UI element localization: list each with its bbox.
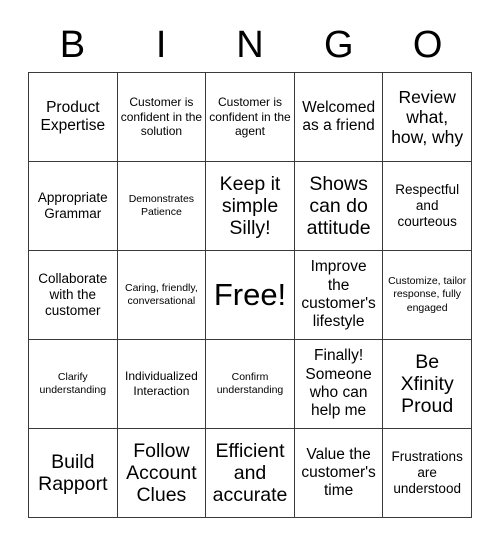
bingo-cell[interactable]: Demonstrates Patience xyxy=(117,162,207,251)
bingo-cell[interactable]: Shows can do attitude xyxy=(294,162,384,251)
bingo-free-space-cell[interactable]: Free! xyxy=(206,251,295,340)
bingo-cell-label: Finally! Someone who can help me xyxy=(305,347,372,420)
bingo-cell-label: Keep it simple Silly! xyxy=(219,172,281,240)
bingo-cell-label: Review what, how, why xyxy=(391,86,464,148)
bingo-cell[interactable]: Finally! Someone who can help me xyxy=(294,340,384,429)
bingo-header-letter-n: N xyxy=(236,24,264,66)
bingo-cell[interactable]: Clarify understanding xyxy=(29,340,118,429)
bingo-cell-label: Customer is confident in the agent xyxy=(209,95,291,139)
bingo-cell-label: Follow Account Clues xyxy=(126,439,197,507)
bingo-cell[interactable]: Efficient and accurate xyxy=(206,429,295,518)
bingo-cell[interactable]: Customer is confident in the agent xyxy=(206,73,295,162)
bingo-cell[interactable]: Frustrations are understood xyxy=(383,429,472,518)
bingo-cell-label: Collaborate with the customer xyxy=(38,270,108,319)
bingo-cell[interactable]: Build Rapport xyxy=(29,429,118,518)
bingo-header-letter-b: B xyxy=(59,24,86,66)
bingo-cell-label: Build Rapport xyxy=(38,450,108,495)
bingo-cell-label: Caring, friendly, conversational xyxy=(125,281,198,307)
bingo-cell-label: Customize, tailor response, fully engage… xyxy=(388,275,467,314)
bingo-header-letter-i: I xyxy=(155,24,167,66)
bingo-cell[interactable]: Keep it simple Silly! xyxy=(206,162,295,251)
bingo-cell[interactable]: Caring, friendly, conversational xyxy=(117,251,207,340)
bingo-cell-label: Individualized Interaction xyxy=(125,369,198,398)
bingo-cell-label: Frustrations are understood xyxy=(391,448,463,497)
bingo-cell[interactable]: Follow Account Clues xyxy=(117,429,207,518)
bingo-cell-label: Clarify understanding xyxy=(39,370,107,396)
bingo-cell[interactable]: Appropriate Grammar xyxy=(29,162,118,251)
bingo-cell[interactable]: Be Xfinity Proud xyxy=(383,340,472,429)
bingo-cell-label: Appropriate Grammar xyxy=(37,189,108,221)
bingo-header-row: B I N G O xyxy=(28,18,472,72)
bingo-cell[interactable]: Individualized Interaction xyxy=(117,340,207,429)
bingo-cell-label: Demonstrates Patience xyxy=(128,192,195,218)
bingo-header-letter-g: G xyxy=(324,24,354,66)
bingo-cell[interactable]: Customer is confident in the solution xyxy=(117,73,207,162)
bingo-cell[interactable]: Review what, how, why xyxy=(383,73,472,162)
bingo-cell[interactable]: Improve the customer's lifestyle xyxy=(294,251,384,340)
bingo-cell-label: Customer is confident in the solution xyxy=(120,95,203,139)
bingo-cell[interactable]: Customize, tailor response, fully engage… xyxy=(383,251,472,340)
bingo-cell[interactable]: Value the customer's time xyxy=(294,429,384,518)
bingo-cell-label: Respectful and courteous xyxy=(395,181,460,230)
bingo-cell-label: Shows can do attitude xyxy=(306,172,371,240)
bingo-header-letter-o: O xyxy=(412,24,443,66)
bingo-cell-label: Be Xfinity Proud xyxy=(400,350,454,418)
bingo-cell-label: Value the customer's time xyxy=(301,445,376,500)
bingo-cell[interactable]: Respectful and courteous xyxy=(383,162,472,251)
bingo-card: B I N G O Product Expertise Customer is c… xyxy=(0,0,500,544)
bingo-cell-label: Improve the customer's lifestyle xyxy=(301,258,376,331)
bingo-cell-label: Welcomed as a friend xyxy=(302,98,376,134)
bingo-cell-label: Product Expertise xyxy=(40,98,106,134)
bingo-cell[interactable]: Confirm understanding xyxy=(206,340,295,429)
bingo-cell[interactable]: Product Expertise xyxy=(29,73,118,162)
bingo-cell[interactable]: Welcomed as a friend xyxy=(294,73,384,162)
bingo-cell[interactable]: Collaborate with the customer xyxy=(29,251,118,340)
bingo-free-space-label: Free! xyxy=(213,276,287,312)
bingo-cell-label: Efficient and accurate xyxy=(212,439,288,507)
bingo-grid: Product Expertise Customer is confident i… xyxy=(28,72,472,518)
bingo-cell-label: Confirm understanding xyxy=(216,370,284,396)
